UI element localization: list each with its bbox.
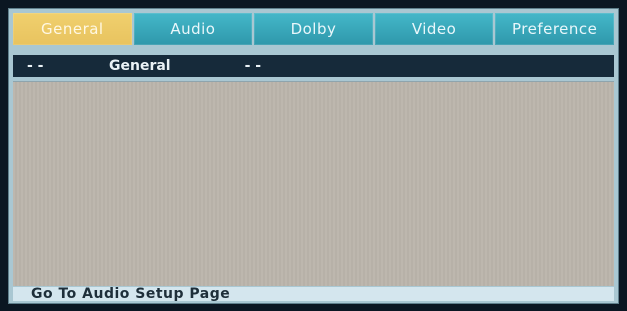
tab-dolby[interactable]: Dolby <box>254 13 373 45</box>
setup-tabs: General Audio Dolby Video Preference <box>13 13 614 45</box>
header-dash-right: - - <box>244 58 262 74</box>
settings-content-area <box>13 81 614 286</box>
status-bar: Go To Audio Setup Page <box>13 286 614 302</box>
setup-menu-screen: General Audio Dolby Video Preference - -… <box>8 8 619 304</box>
header-dash-left: - - <box>27 58 44 74</box>
tab-audio[interactable]: Audio <box>133 13 253 45</box>
tab-general[interactable]: General <box>13 13 132 45</box>
page-header-bar: - - General - - <box>13 55 614 77</box>
tab-preference[interactable]: Preference <box>495 13 614 45</box>
status-message: Go To Audio Setup Page <box>31 286 231 302</box>
tab-video[interactable]: Video <box>374 13 494 45</box>
page-title: General <box>109 58 171 74</box>
